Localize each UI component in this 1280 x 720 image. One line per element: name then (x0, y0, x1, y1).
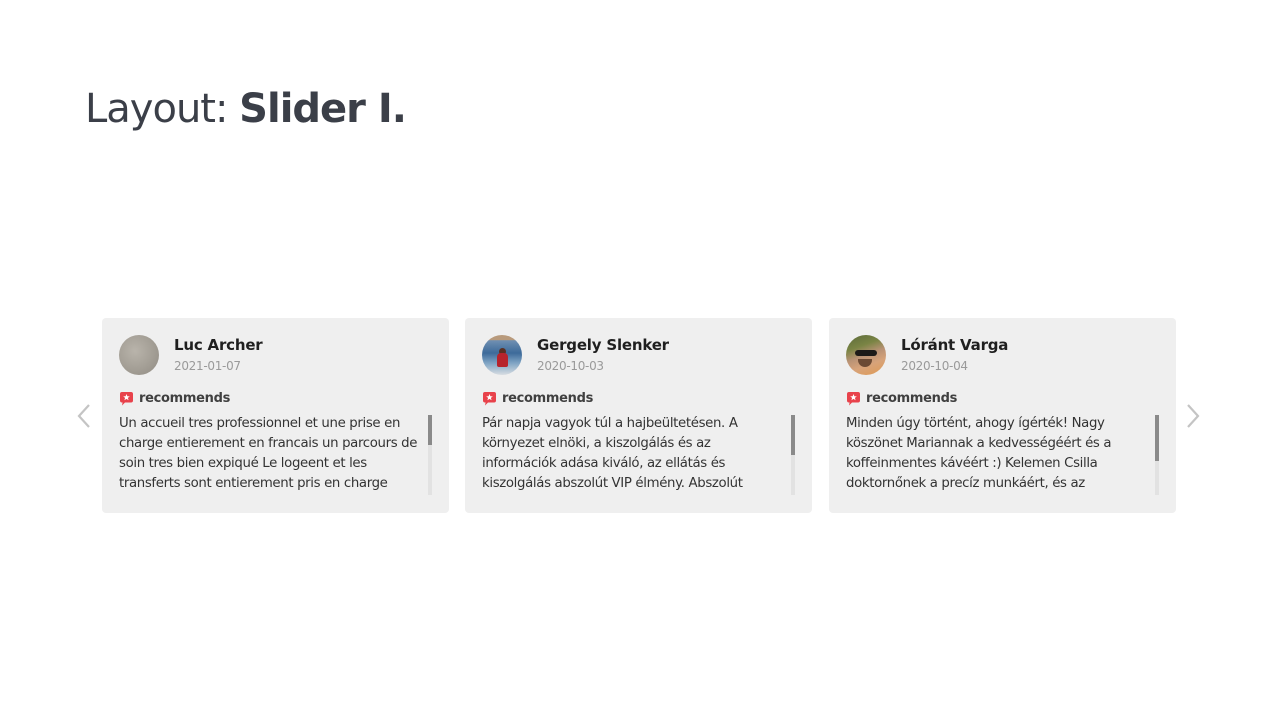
recommendation: recommends (119, 391, 230, 406)
recommendation: recommends (846, 391, 957, 406)
review-text-scroll[interactable]: Un accueil tres professionnel et une pri… (119, 414, 433, 496)
recommend-star-icon (483, 392, 496, 406)
review-card: Lóránt Varga 2020-10-04 recommends Minde… (829, 318, 1176, 513)
review-text-scroll[interactable]: Minden úgy történt, ahogy ígérték! Nagy … (846, 414, 1160, 496)
avatar (119, 335, 159, 375)
review-slider: Luc Archer 2021-01-07 recommends Un accu… (0, 0, 1280, 720)
slider-next-button[interactable] (1183, 401, 1203, 431)
review-text: Un accueil tres professionnel et une pri… (119, 416, 418, 491)
chevron-left-icon (77, 404, 90, 428)
review-date: 2020-10-04 (901, 359, 968, 373)
review-text-scroll[interactable]: Pár napja vagyok túl a hajbeültetésen. A… (482, 414, 796, 496)
review-scrollbar[interactable] (1155, 415, 1159, 495)
review-text: Minden úgy történt, ahogy ígérték! Nagy … (846, 416, 1112, 491)
recommendation-label: recommends (139, 391, 231, 406)
scrollbar-thumb[interactable] (428, 415, 432, 445)
chevron-right-icon (1187, 404, 1200, 428)
reviewer-name: Lóránt Varga (901, 336, 1009, 354)
scrollbar-thumb[interactable] (791, 415, 795, 455)
recommendation: recommends (482, 391, 593, 406)
review-text: Pár napja vagyok túl a hajbeültetésen. A… (482, 416, 743, 491)
review-card: Luc Archer 2021-01-07 recommends Un accu… (102, 318, 449, 513)
review-scrollbar[interactable] (791, 415, 795, 495)
review-date: 2020-10-03 (537, 359, 604, 373)
review-scrollbar[interactable] (428, 415, 432, 495)
avatar (846, 335, 886, 375)
recommend-star-icon (120, 392, 133, 406)
avatar (482, 335, 522, 375)
reviewer-name: Luc Archer (174, 336, 263, 354)
scrollbar-thumb[interactable] (1155, 415, 1159, 461)
reviewer-name: Gergely Slenker (537, 336, 669, 354)
review-date: 2021-01-07 (174, 359, 241, 373)
recommend-star-icon (847, 392, 860, 406)
slider-prev-button[interactable] (74, 401, 94, 431)
review-card: Gergely Slenker 2020-10-03 recommends Pá… (465, 318, 812, 513)
recommendation-label: recommends (502, 391, 594, 406)
recommendation-label: recommends (866, 391, 958, 406)
